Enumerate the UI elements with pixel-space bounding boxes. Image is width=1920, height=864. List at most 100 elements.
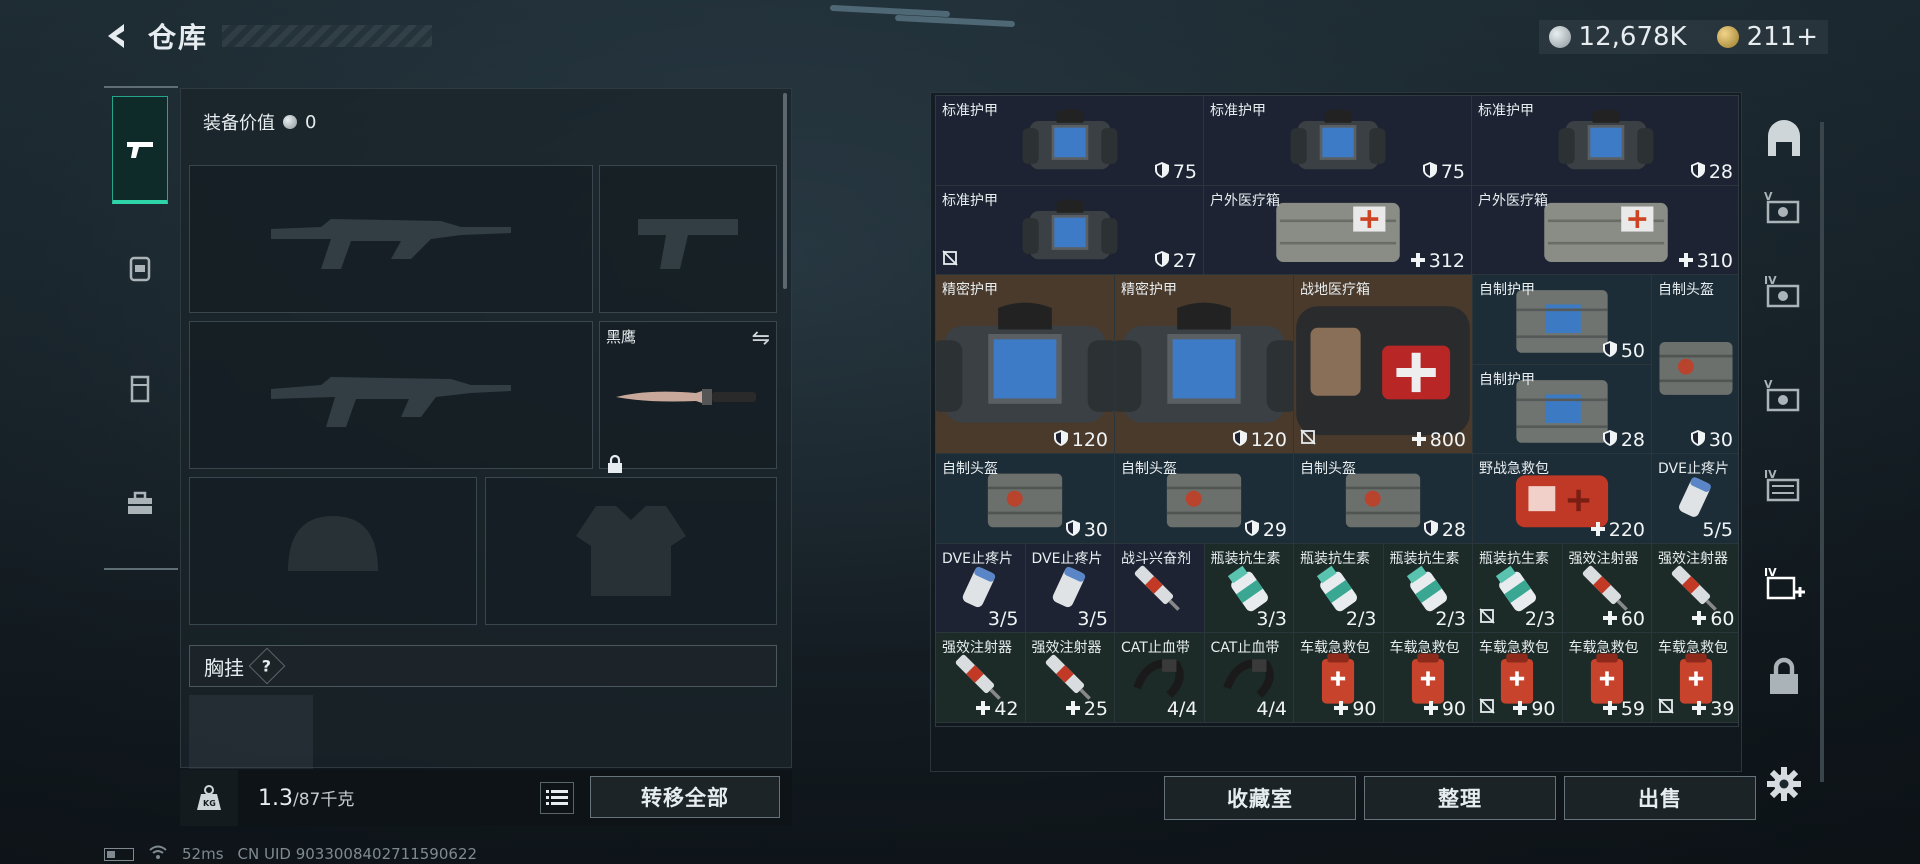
item-name: 标准护甲: [942, 192, 998, 209]
help-icon[interactable]: ?: [248, 647, 286, 685]
storage-item[interactable]: 瓶装抗生素 2/3: [1294, 543, 1384, 634]
storage-item[interactable]: 标准护甲 27: [936, 185, 1204, 275]
item-name: 瓶装抗生素: [1300, 550, 1370, 567]
pistol-icon: [127, 141, 153, 158]
sell-button[interactable]: 出售: [1564, 776, 1756, 820]
storage-item[interactable]: DVE止疼片 3/5: [936, 543, 1026, 634]
storage-item[interactable]: 瓶装抗生素 2/3: [1383, 543, 1473, 634]
chest-rig-slot[interactable]: [189, 695, 313, 769]
plus-icon: [1410, 250, 1425, 272]
weight-current: 1.3: [258, 786, 293, 811]
storage-arch-icon: [1768, 120, 1800, 156]
tab-locked[interactable]: [1760, 652, 1808, 700]
storage-item[interactable]: 车载急救包 59: [1562, 633, 1652, 723]
chest-rig-header[interactable]: 胸挂 ?: [189, 645, 777, 687]
storage-tab-scrollbar[interactable]: [1820, 122, 1824, 782]
storage-item[interactable]: 户外医疗箱 310: [1472, 185, 1738, 275]
storage-item[interactable]: 自制头盔 28: [1294, 454, 1473, 544]
silver-amount: 12,678K: [1578, 22, 1687, 52]
item-value: 28: [1602, 429, 1645, 451]
storage-item[interactable]: 自制护甲 28: [1473, 364, 1652, 454]
item-value-text: 800: [1429, 429, 1466, 451]
tab-storage-add[interactable]: IV: [1760, 562, 1808, 610]
tab-storage-v2[interactable]: V: [1760, 374, 1808, 422]
sidearm-slot[interactable]: [599, 165, 777, 313]
storage-item[interactable]: 车载急救包 90: [1383, 633, 1473, 723]
storage-item[interactable]: 瓶装抗生素 3/3: [1204, 543, 1294, 634]
helmet-slot[interactable]: [189, 477, 477, 625]
storage-item[interactable]: 自制头盔 30: [1652, 275, 1738, 454]
item-value: 25: [1065, 698, 1108, 720]
shield-icon: [1154, 250, 1169, 272]
storage-item[interactable]: 瓶装抗生素 2/3: [1473, 543, 1563, 634]
item-name: 标准护甲: [942, 103, 998, 119]
firstaid-icon: [1296, 305, 1470, 435]
transfer-all-button[interactable]: 转移全部: [590, 776, 780, 818]
storage-item[interactable]: 车载急救包 39: [1652, 633, 1738, 723]
primary-weapon-slot[interactable]: [189, 165, 593, 313]
storage-item[interactable]: 强效注射器 25: [1025, 633, 1115, 723]
item-value: 90: [1334, 698, 1377, 720]
collection-room-button[interactable]: 收藏室: [1164, 776, 1356, 820]
tab-storage-iv2[interactable]: IV: [1760, 464, 1808, 512]
item-value: 312: [1410, 250, 1465, 272]
tab-storage-main[interactable]: [1760, 116, 1808, 164]
storage-item[interactable]: 户外医疗箱 312: [1204, 185, 1472, 275]
item-name: 车载急救包: [1300, 640, 1370, 657]
item-value: 28: [1423, 519, 1466, 541]
gear-icon[interactable]: [1764, 764, 1804, 804]
currency-bar: 12,678K 211+: [1538, 20, 1828, 54]
nav-consumables[interactable]: [112, 348, 168, 428]
shield-icon: [1065, 519, 1080, 541]
plus-icon: [1590, 519, 1605, 541]
secondary-weapon-slot[interactable]: [189, 321, 593, 469]
storage-item[interactable]: 标准护甲 75: [1204, 96, 1472, 186]
back-arrow-icon[interactable]: [100, 19, 134, 53]
camera-v-icon: V: [1764, 190, 1800, 224]
item-name: 车载急救包: [1658, 640, 1728, 657]
plus-icon: [1423, 698, 1438, 720]
storage-item[interactable]: 强效注射器 60: [1562, 543, 1652, 634]
storage-item[interactable]: 自制护甲 50: [1473, 275, 1652, 365]
sort-button[interactable]: 整理: [1364, 776, 1556, 820]
item-value: 60: [1602, 608, 1645, 630]
melee-slot[interactable]: 黑鹰 ⇋: [599, 321, 777, 473]
plus-icon: [1411, 429, 1426, 451]
storage-item[interactable]: 战地医疗箱 800: [1294, 275, 1473, 454]
item-value-text: 27: [1172, 250, 1197, 272]
chest-rig-label: 胸挂: [204, 655, 244, 680]
storage-item[interactable]: 强效注射器 42: [936, 633, 1026, 723]
storage-item[interactable]: CAT止血带 4/4: [1115, 633, 1205, 723]
armor-icon: [1115, 302, 1293, 423]
storage-item[interactable]: 车载急救包 90: [1294, 633, 1384, 723]
storage-item[interactable]: 标准护甲 28: [1472, 96, 1738, 186]
storage-item[interactable]: 精密护甲 120: [936, 275, 1115, 454]
storage-item[interactable]: 战斗兴奋剂: [1115, 543, 1205, 634]
nav-weapons[interactable]: [112, 96, 168, 204]
armor-slot[interactable]: [485, 477, 777, 625]
storage-item[interactable]: 自制头盔 29: [1115, 454, 1294, 544]
storage-item[interactable]: 车载急救包 90: [1473, 633, 1563, 723]
item-value-text: 120: [1071, 429, 1108, 451]
silver-currency[interactable]: 12,678K: [1548, 22, 1687, 52]
storage-item[interactable]: DVE止疼片 5/5: [1652, 454, 1738, 544]
storage-item[interactable]: 标准护甲 75: [936, 96, 1204, 186]
list-view-button[interactable]: [540, 782, 574, 814]
storage-item[interactable]: 自制头盔 30: [936, 454, 1115, 544]
nav-gear[interactable]: [112, 228, 168, 308]
storage-actions: 收藏室 整理 出售: [1164, 776, 1756, 820]
storage-item[interactable]: 强效注射器 60: [1652, 543, 1738, 634]
storage-item[interactable]: 野战急救包 220: [1473, 454, 1652, 544]
item-value-text: 4/4: [1166, 697, 1198, 720]
storage-item[interactable]: 精密护甲 120: [1115, 275, 1294, 454]
tab-storage-iv[interactable]: IV: [1760, 270, 1808, 318]
item-value-text: 39: [1710, 697, 1735, 720]
storage-item[interactable]: CAT止血带 4/4: [1204, 633, 1294, 723]
nav-misc[interactable]: [112, 464, 168, 544]
gold-currency[interactable]: 211+: [1716, 22, 1818, 52]
swap-icon[interactable]: ⇋: [752, 326, 770, 351]
equipment-scrollbar[interactable]: [783, 93, 787, 289]
storage-item[interactable]: DVE止疼片 3/5: [1025, 543, 1115, 634]
no-insure-icon: [1658, 698, 1674, 718]
tab-storage-v[interactable]: V: [1760, 186, 1808, 234]
